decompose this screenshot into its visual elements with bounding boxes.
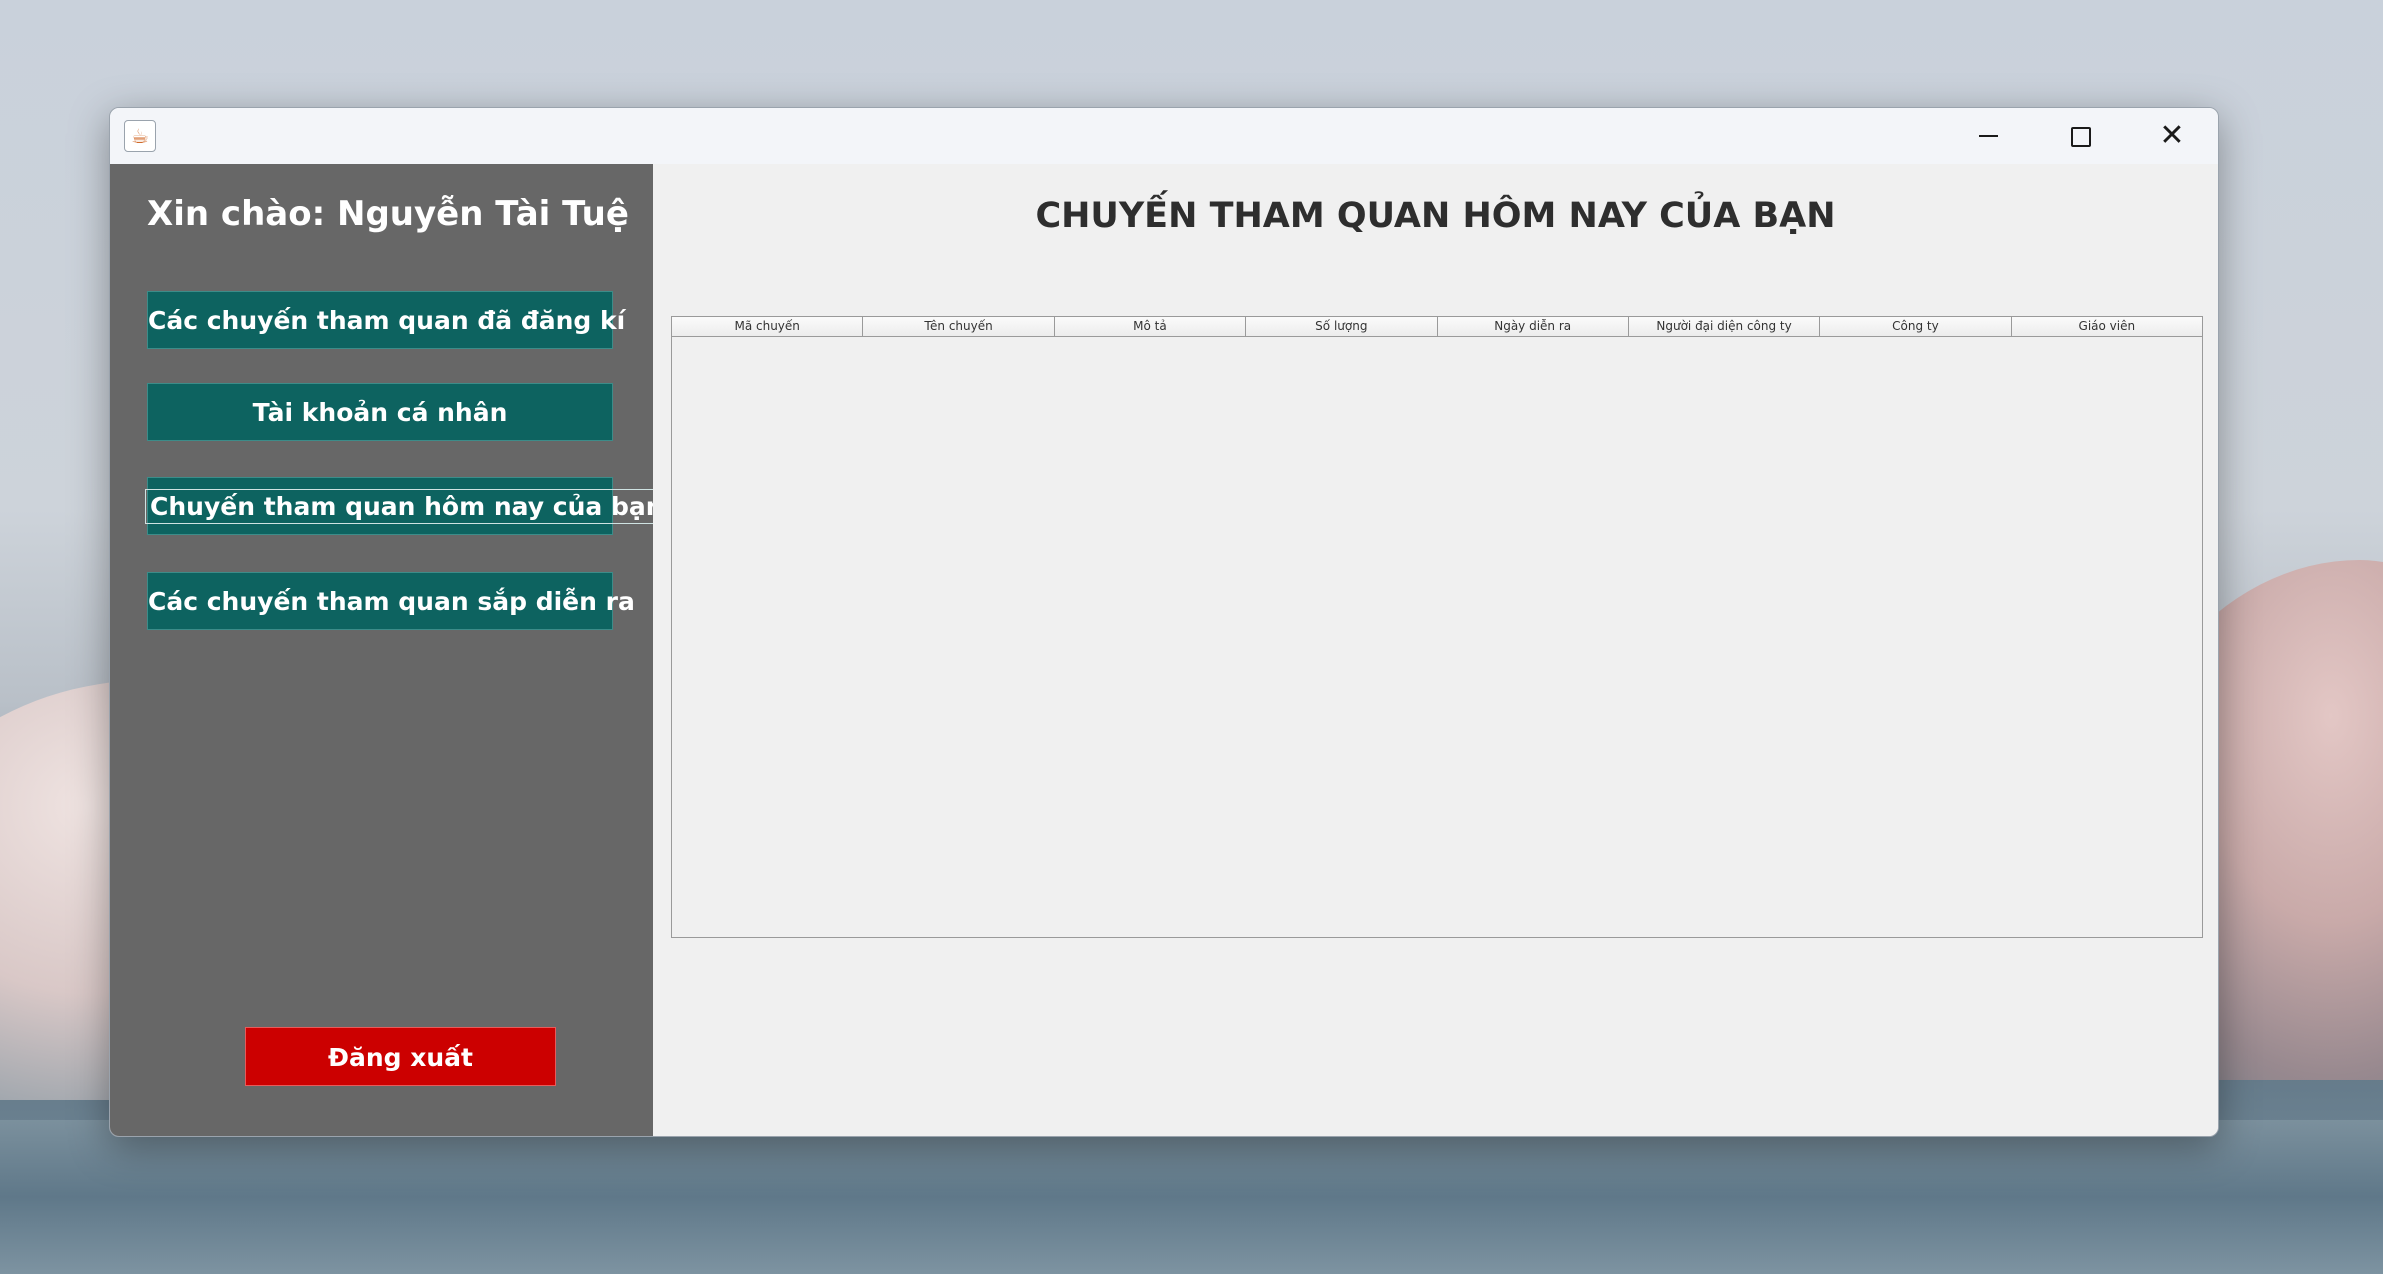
wallpaper-water <box>0 1120 2383 1274</box>
registered-tours-button[interactable]: Các chuyến tham quan đã đăng kí <box>147 291 625 349</box>
column-header-company[interactable]: Công ty <box>1820 317 2012 336</box>
minimize-icon <box>1979 135 1998 137</box>
personal-account-button[interactable]: Tài khoản cá nhân <box>147 383 613 441</box>
column-header-quantity[interactable]: Số lượng <box>1246 317 1438 336</box>
column-header-description[interactable]: Mô tả <box>1054 317 1247 336</box>
today-tours-button[interactable]: Chuyến tham quan hôm nay của bạn <box>145 477 669 535</box>
personal-account-label: Tài khoản cá nhân <box>252 398 508 427</box>
logout-button[interactable]: Đăng xuất <box>245 1027 556 1086</box>
upcoming-tours-button[interactable]: Các chuyến tham quan sắp diễn ra <box>147 572 635 630</box>
today-tours-label: Chuyến tham quan hôm nay của bạn <box>145 489 669 524</box>
upcoming-tours-label: Các chuyến tham quan sắp diễn ra <box>148 587 635 616</box>
column-header-trip-name[interactable]: Tên chuyến <box>863 317 1055 336</box>
close-button[interactable]: ✕ <box>2126 108 2218 164</box>
column-header-company-rep[interactable]: Người đại diện công ty <box>1628 317 1821 336</box>
title-bar[interactable]: ☕ ✕ <box>110 108 2218 164</box>
close-icon: ✕ <box>2159 118 2185 153</box>
column-header-teacher[interactable]: Giáo viên <box>2011 317 2202 336</box>
maximize-icon <box>2071 127 2091 147</box>
table-header-row: Mã chuyến Tên chuyến Mô tả Số lượng Ngày… <box>672 317 2202 337</box>
registered-tours-label: Các chuyến tham quan đã đăng kí <box>148 306 626 335</box>
column-header-trip-code[interactable]: Mã chuyến <box>672 317 864 336</box>
java-app-icon[interactable]: ☕ <box>124 120 156 152</box>
greeting-label: Xin chào: Nguyễn Tài Tuệ <box>147 194 629 234</box>
maximize-button[interactable] <box>2034 108 2126 164</box>
main-content: CHUYẾN THAM QUAN HÔM NAY CỦA BẠN Mã chuy… <box>653 164 2218 1136</box>
app-window: ☕ ✕ Xin chào: Nguyễn Tài Tuệ Các chuyến … <box>109 107 2219 1137</box>
tours-table[interactable]: Mã chuyến Tên chuyến Mô tả Số lượng Ngày… <box>671 316 2203 938</box>
page-title: CHUYẾN THAM QUAN HÔM NAY CỦA BẠN <box>1035 196 1836 236</box>
column-header-date[interactable]: Ngày diễn ra <box>1437 317 1629 336</box>
minimize-button[interactable] <box>1942 108 2034 164</box>
sidebar: Xin chào: Nguyễn Tài Tuệ Các chuyến tham… <box>110 164 669 1136</box>
